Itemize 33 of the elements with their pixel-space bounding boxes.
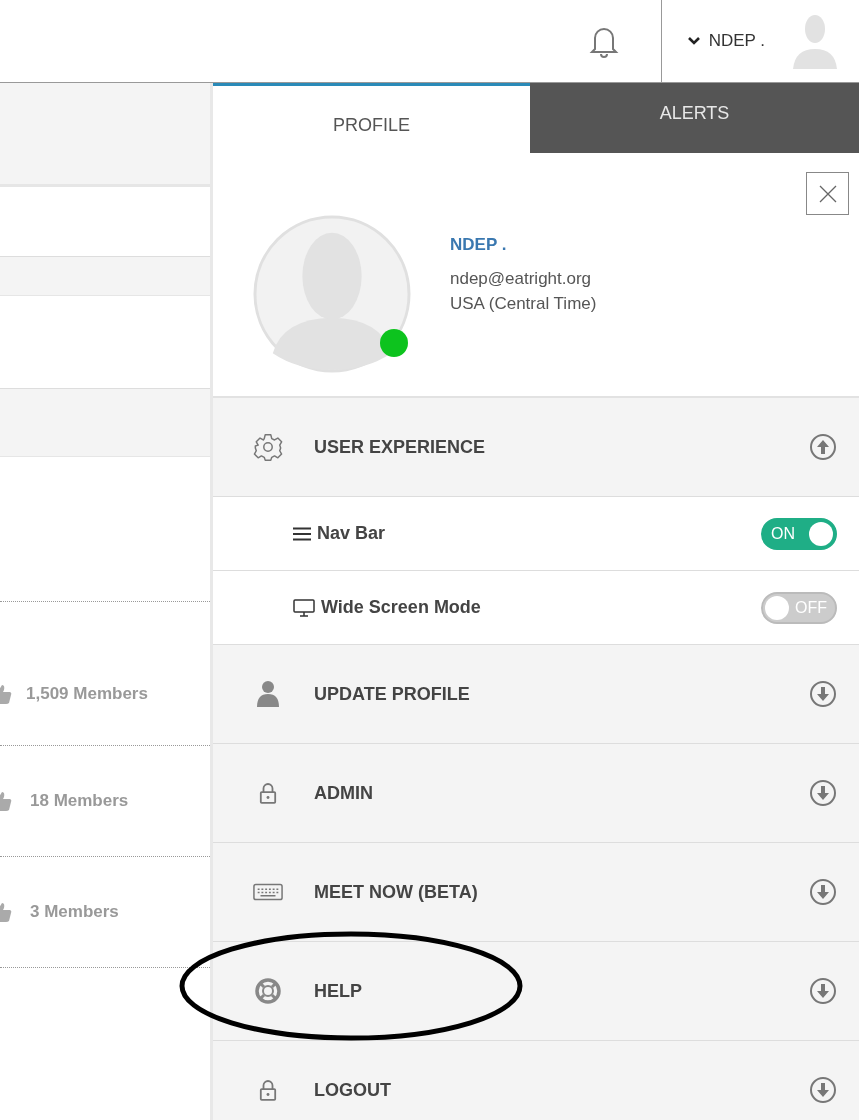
lifebuoy-icon [255, 978, 281, 1004]
arrow-down-circle-icon[interactable] [809, 878, 837, 906]
lock-icon [259, 782, 277, 804]
setting-label: Wide Screen Mode [321, 597, 482, 618]
menu-item[interactable]: HELP [213, 942, 859, 1041]
keyboard-icon [253, 883, 283, 901]
user-menu-button[interactable]: NDEP . [687, 31, 765, 51]
close-button[interactable] [806, 172, 849, 215]
profile-name: NDEP . [450, 235, 508, 255]
member-count: 18 Members [30, 791, 129, 811]
menu-item[interactable]: UPDATE PROFILE [213, 645, 859, 744]
chevron-down-icon [687, 37, 700, 45]
menu-item[interactable]: MEET NOW (BETA) [213, 843, 859, 942]
avatar-icon [253, 215, 411, 373]
lock-icon [259, 1079, 277, 1101]
monitor-icon [293, 598, 315, 617]
setting-label: Nav Bar [317, 523, 387, 544]
profile-email: ndep@eatright.org [450, 268, 593, 290]
member-count: 3 Members [30, 902, 119, 922]
person-icon [256, 680, 280, 708]
profile-timezone: USA (Central Time) [450, 293, 597, 315]
menu-item[interactable]: ADMIN [213, 744, 859, 843]
menu-item[interactable]: LOGOUT [213, 1041, 859, 1120]
arrow-down-circle-icon[interactable] [809, 779, 837, 807]
menu-icon [293, 526, 311, 541]
arrow-down-circle-icon[interactable] [809, 680, 837, 708]
close-icon [817, 183, 838, 204]
arrow-up-circle-icon[interactable] [809, 433, 837, 461]
member-count: 1,509 Members [26, 683, 148, 704]
arrow-down-circle-icon[interactable] [809, 1076, 837, 1104]
tab[interactable]: ALERTS [530, 83, 859, 153]
arrow-down-circle-icon[interactable] [809, 977, 837, 1005]
gear-icon [253, 432, 283, 462]
